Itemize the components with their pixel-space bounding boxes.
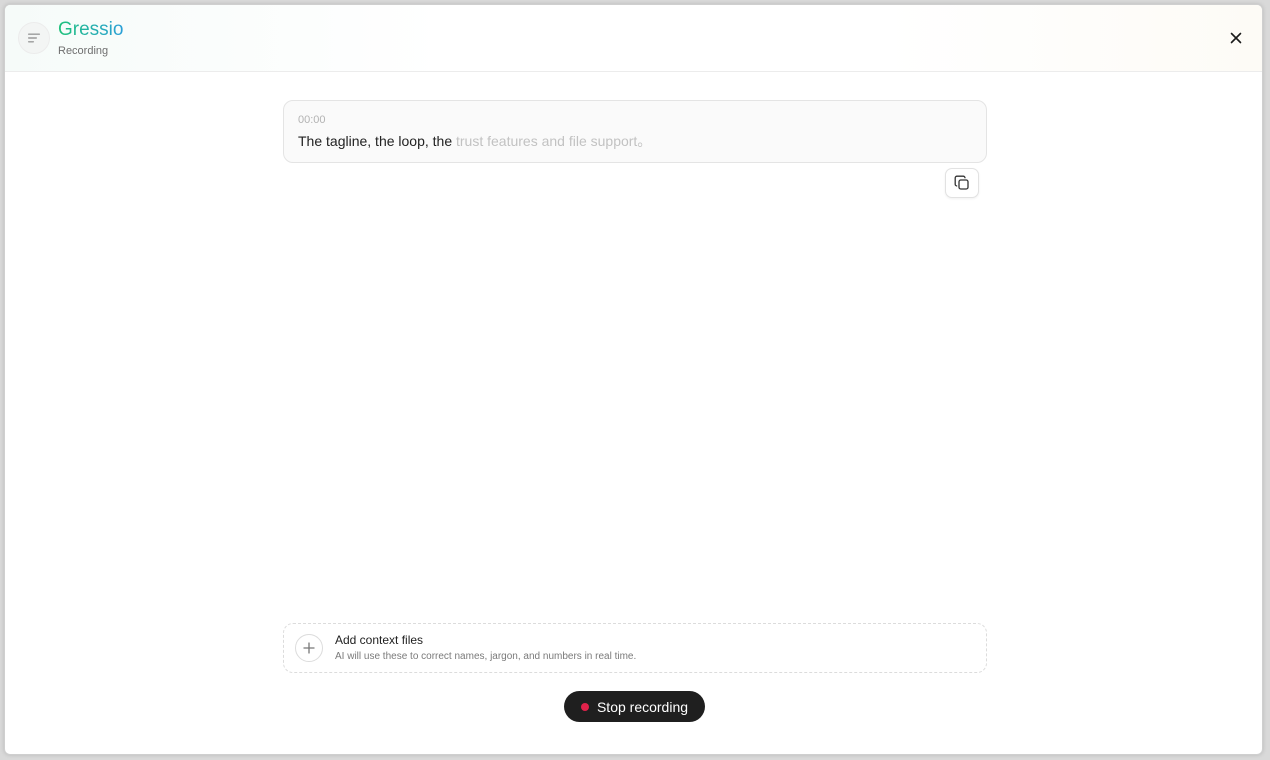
context-files-description: AI will use these to correct names, jarg… — [335, 651, 637, 662]
transcript-card: 00:00 The tagline, the loop, the trust f… — [283, 100, 987, 163]
copy-button[interactable] — [945, 168, 979, 198]
app-status: Recording — [58, 45, 109, 57]
add-context-files-button[interactable] — [295, 634, 323, 662]
stop-recording-button[interactable]: Stop recording — [564, 691, 705, 722]
transcript-pending-text: trust features and file support。 — [456, 133, 652, 149]
close-button[interactable] — [1226, 28, 1246, 48]
brand: Gressio Recording — [58, 19, 123, 58]
transcript-confirmed-text: The tagline, the loop, the — [298, 133, 456, 149]
record-dot-icon — [580, 702, 589, 711]
header: Gressio Recording — [5, 5, 1262, 72]
plus-icon — [303, 642, 315, 654]
transcript-timestamp: 00:00 — [298, 114, 326, 126]
app-title: Gressio — [58, 19, 124, 40]
transcript-text: The tagline, the loop, the trust feature… — [298, 133, 972, 150]
app-window: Gressio Recording 00:00 The tagline, the… — [4, 4, 1263, 755]
close-icon — [1230, 32, 1242, 44]
stop-recording-label: Stop recording — [596, 698, 689, 715]
menu-button[interactable] — [18, 22, 50, 54]
context-files-title: Add context files — [335, 633, 424, 647]
add-context-files-dropzone[interactable]: Add context files AI will use these to c… — [283, 623, 987, 673]
copy-icon — [954, 175, 969, 190]
menu-lines-icon — [28, 33, 40, 43]
